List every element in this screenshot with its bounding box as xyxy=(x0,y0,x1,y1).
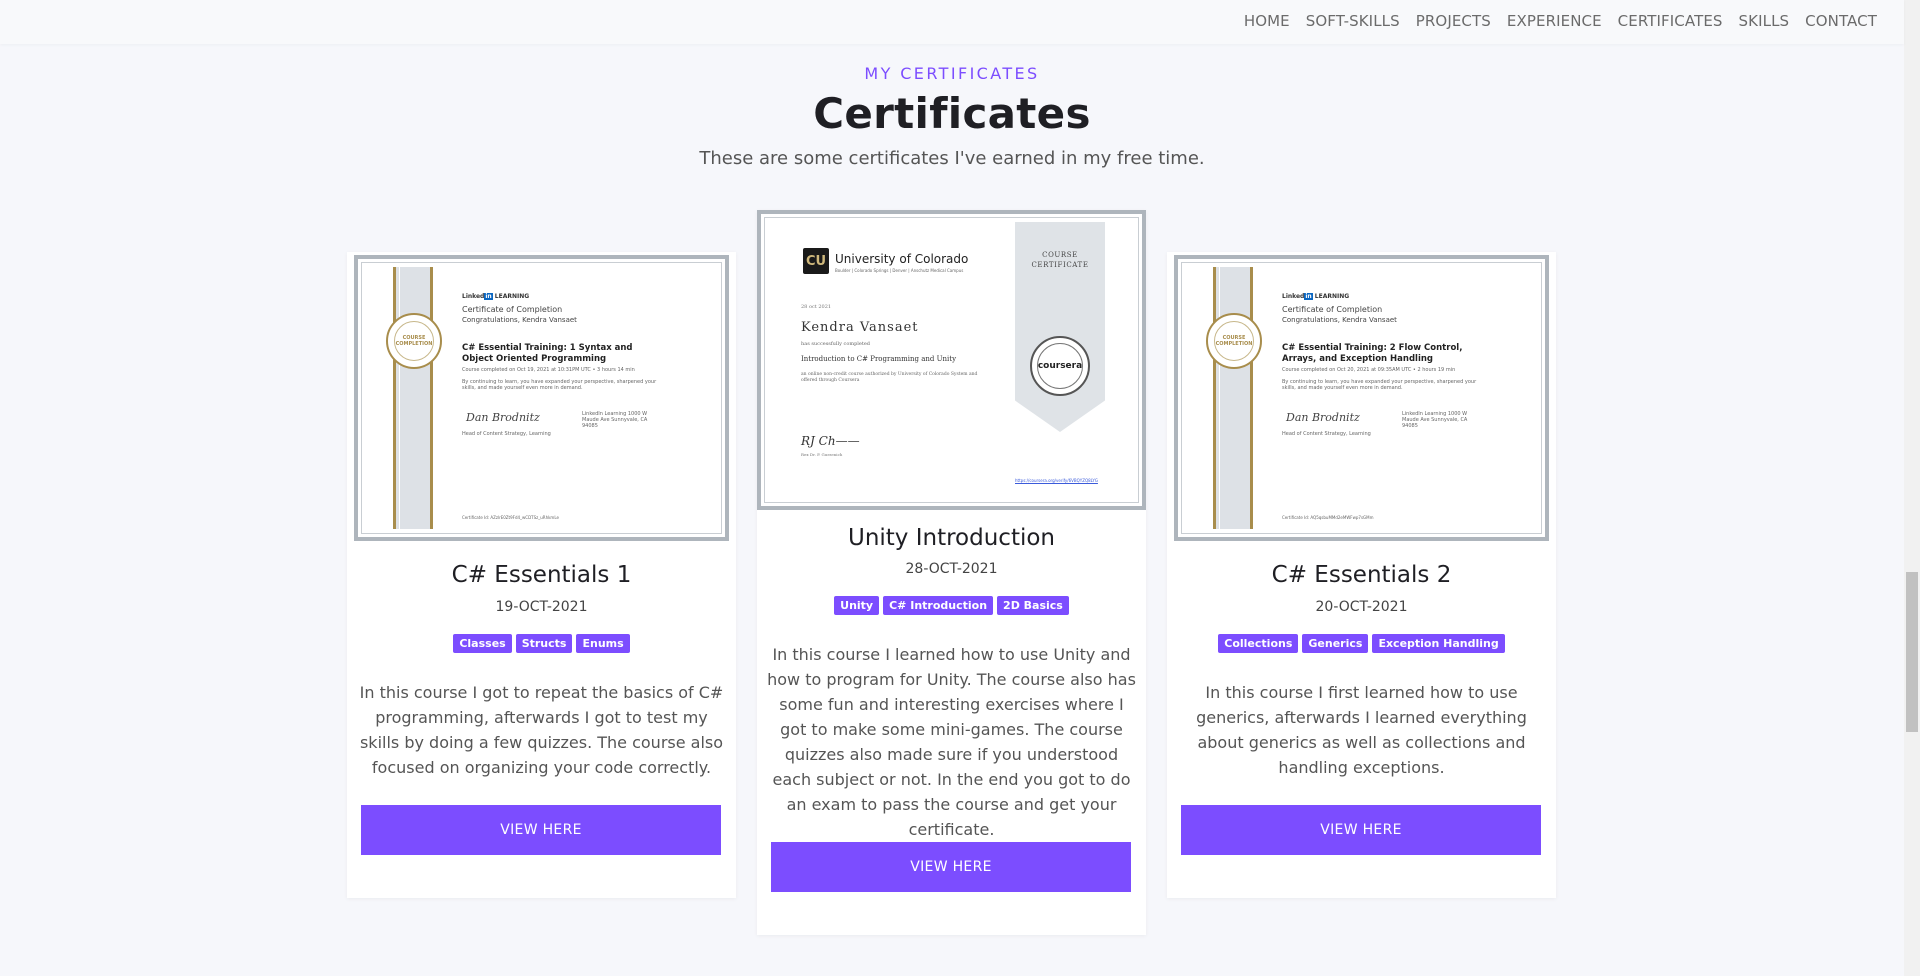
certificate-image[interactable]: CU University of Colorado Boulder | Colo… xyxy=(757,210,1146,510)
tag-list: Unity C# Introduction 2D Basics xyxy=(757,596,1146,615)
certificate-card-csharp-1: COURSE COMPLETION Linkedin LEARNING Cert… xyxy=(347,252,736,898)
top-navbar: HOME SOFT-SKILLS PROJECTS EXPERIENCE CER… xyxy=(0,0,1904,44)
medal-icon: COURSE COMPLETION xyxy=(386,313,442,369)
card-title: C# Essentials 2 xyxy=(1271,562,1452,588)
card-title: Unity Introduction xyxy=(847,525,1056,551)
tag-list: Classes Structs Enums xyxy=(347,634,736,653)
tag: Enums xyxy=(576,634,630,653)
certificate-image[interactable]: COURSE COMPLETION Linkedin LEARNING Cert… xyxy=(354,255,729,541)
nav-links: HOME SOFT-SKILLS PROJECTS EXPERIENCE CER… xyxy=(1236,12,1877,30)
certificate-card-unity-intro: CU University of Colorado Boulder | Colo… xyxy=(757,210,1146,935)
section-title: Certificates xyxy=(813,89,1091,138)
certificates-section-header: MY CERTIFICATES Certificates These are s… xyxy=(0,64,1904,169)
card-date: 19-OCT-2021 xyxy=(495,599,588,615)
signature: RJ Ch—— xyxy=(801,434,860,448)
nav-home[interactable]: HOME xyxy=(1236,12,1298,30)
nav-certificates[interactable]: CERTIFICATES xyxy=(1610,12,1731,30)
tag: Exception Handling xyxy=(1372,634,1505,653)
card-date: 20-OCT-2021 xyxy=(1315,599,1408,615)
linkedin-learning-logo: Linkedin LEARNING xyxy=(1282,293,1350,300)
card-description: In this course I got to repeat the basic… xyxy=(359,683,724,777)
card-title: C# Essentials 1 xyxy=(451,562,632,588)
signature: Dan Brodnitz xyxy=(466,411,540,424)
certificate-card-csharp-2: COURSE COMPLETION Linkedin LEARNING Cert… xyxy=(1167,252,1556,898)
tag: C# Introduction xyxy=(883,596,994,615)
page-scrollbar[interactable] xyxy=(1904,0,1920,976)
nav-skills[interactable]: SKILLS xyxy=(1731,12,1798,30)
tag: Collections xyxy=(1218,634,1299,653)
card-description: In this course I learned how to use Unit… xyxy=(767,645,1136,839)
signature: Dan Brodnitz xyxy=(1286,411,1360,424)
tag: Structs xyxy=(515,634,573,653)
linkedin-learning-logo: Linkedin LEARNING xyxy=(462,293,530,300)
scrollbar-thumb[interactable] xyxy=(1906,572,1918,732)
tag: Generics xyxy=(1302,634,1369,653)
tag-list: Collections Generics Exception Handling xyxy=(1167,634,1556,653)
certificate-image[interactable]: COURSE COMPLETION Linkedin LEARNING Cert… xyxy=(1174,255,1549,541)
tag: Unity xyxy=(834,596,880,615)
section-eyebrow: MY CERTIFICATES xyxy=(864,64,1040,83)
view-certificate-button[interactable]: VIEW HERE xyxy=(1181,805,1541,855)
card-date: 28-OCT-2021 xyxy=(905,561,998,577)
nav-soft-skills[interactable]: SOFT-SKILLS xyxy=(1298,12,1408,30)
university-logo: CU xyxy=(803,248,829,274)
card-description: In this course I first learned how to us… xyxy=(1196,683,1527,777)
medal-icon: COURSE COMPLETION xyxy=(1206,313,1262,369)
section-subtitle: These are some certificates I've earned … xyxy=(699,148,1205,169)
tag: Classes xyxy=(453,634,512,653)
view-certificate-button[interactable]: VIEW HERE xyxy=(361,805,721,855)
nav-contact[interactable]: CONTACT xyxy=(1797,12,1877,30)
nav-projects[interactable]: PROJECTS xyxy=(1408,12,1499,30)
view-certificate-button[interactable]: VIEW HERE xyxy=(771,842,1131,892)
tag: 2D Basics xyxy=(997,596,1069,615)
coursera-seal-icon: coursera xyxy=(1030,336,1090,396)
nav-experience[interactable]: EXPERIENCE xyxy=(1499,12,1610,30)
